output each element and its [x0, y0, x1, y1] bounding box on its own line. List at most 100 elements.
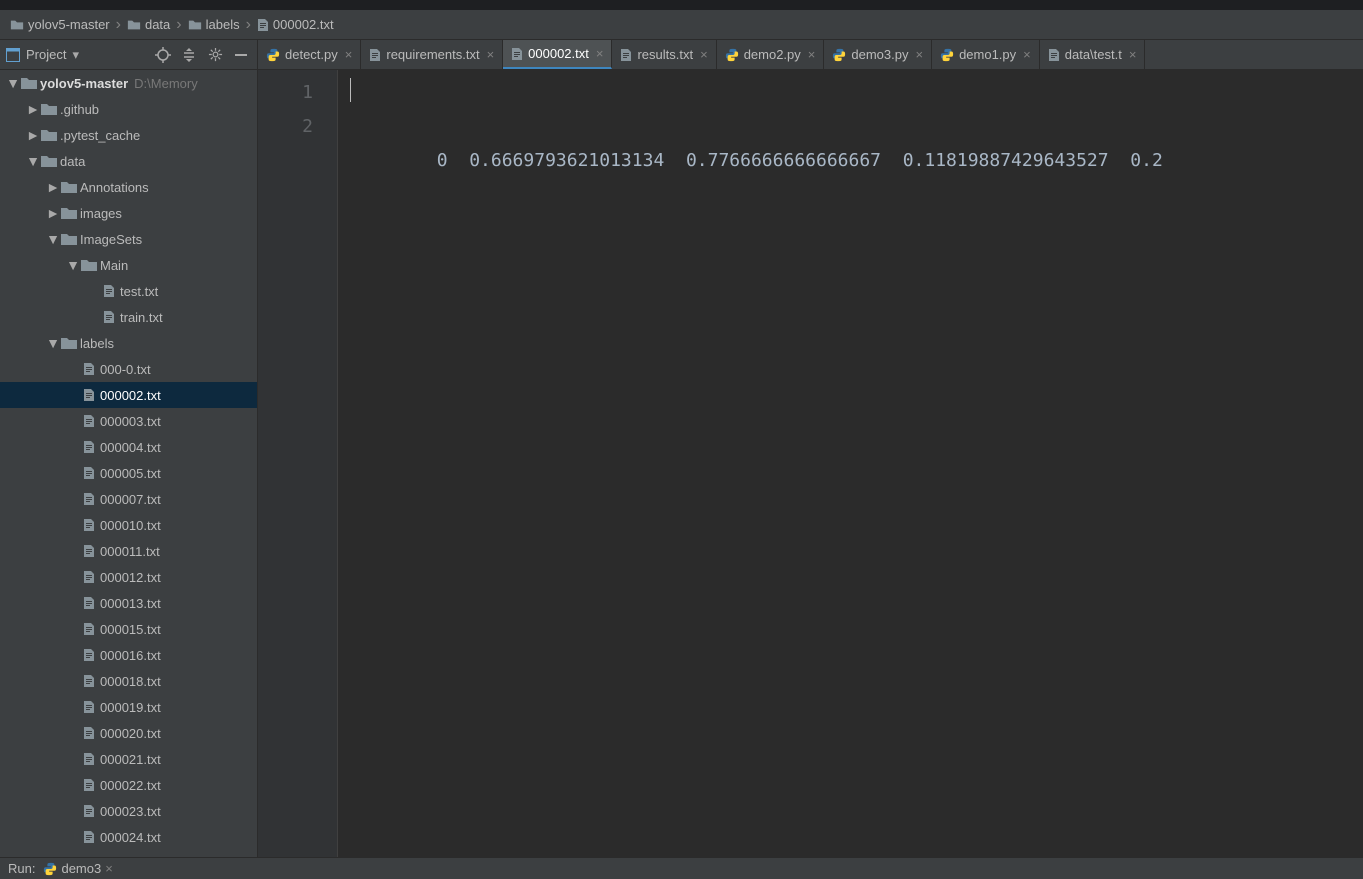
- line-number: 2: [258, 110, 313, 144]
- editor-tab[interactable]: detect.py×: [258, 40, 361, 69]
- tree-folder[interactable]: ▼ImageSets: [0, 226, 257, 252]
- tree-file[interactable]: test.txt: [0, 278, 257, 304]
- expand-arrow-icon[interactable]: ▼: [6, 75, 20, 91]
- tree-label: .github: [60, 102, 99, 117]
- folder-icon: [60, 230, 78, 248]
- tree-folder[interactable]: ►images: [0, 200, 257, 226]
- editor-tab[interactable]: data\test.t×: [1040, 40, 1146, 69]
- file-icon: [80, 646, 98, 664]
- line-number: 1: [258, 76, 313, 110]
- collapse-icon[interactable]: [179, 45, 199, 65]
- tree-label: 000015.txt: [100, 622, 161, 637]
- expand-arrow-icon[interactable]: ►: [26, 101, 40, 117]
- tree-file[interactable]: 000024.txt: [0, 824, 257, 850]
- file-icon: [80, 620, 98, 638]
- editor-tab[interactable]: 000002.txt ×: [503, 40, 612, 69]
- folder-icon: [60, 178, 78, 196]
- breadcrumb-file[interactable]: 000002.txt: [257, 17, 334, 32]
- tab-label: demo3.py: [851, 47, 908, 62]
- expand-arrow-icon[interactable]: ▼: [66, 257, 80, 273]
- file-icon: [620, 48, 632, 62]
- tree-file[interactable]: 000019.txt: [0, 694, 257, 720]
- tree-folder[interactable]: ► Annotations: [0, 174, 257, 200]
- expand-arrow-icon[interactable]: ▼: [46, 335, 60, 351]
- tree-file[interactable]: 000022.txt: [0, 772, 257, 798]
- tree-folder[interactable]: ▼data: [0, 148, 257, 174]
- close-icon[interactable]: ×: [596, 46, 604, 61]
- tree-folder[interactable]: ► .github: [0, 96, 257, 122]
- folder-icon: [60, 334, 78, 352]
- tree-file[interactable]: 000002.txt: [0, 382, 257, 408]
- folder-icon: [40, 152, 58, 170]
- tree-file[interactable]: 000004.txt: [0, 434, 257, 460]
- project-tree[interactable]: ▼ yolov5-master D:\Memory ► .github ►.pyte…: [0, 70, 257, 857]
- tree-file[interactable]: 000-0.txt: [0, 356, 257, 382]
- file-icon: [80, 464, 98, 482]
- project-dropdown[interactable]: Project ▾: [6, 47, 147, 63]
- tree-file[interactable]: 000007.txt: [0, 486, 257, 512]
- close-icon[interactable]: ×: [105, 861, 113, 876]
- tree-file[interactable]: 000013.txt: [0, 590, 257, 616]
- tree-label: train.txt: [120, 310, 163, 325]
- tree-label: 000007.txt: [100, 492, 161, 507]
- tree-file[interactable]: 000023.txt: [0, 798, 257, 824]
- breadcrumb-part[interactable]: labels: [188, 17, 240, 32]
- close-icon[interactable]: ×: [700, 47, 708, 62]
- editor-content[interactable]: 0 0.6669793621013134 0.7766666666666667 …: [338, 70, 1363, 857]
- folder-icon: [10, 18, 24, 32]
- tree-file[interactable]: 000015.txt: [0, 616, 257, 642]
- breadcrumb-label: yolov5-master: [28, 17, 110, 32]
- file-icon: [80, 802, 98, 820]
- file-icon: [80, 750, 98, 768]
- close-icon[interactable]: ×: [915, 47, 923, 62]
- tree-label: 000022.txt: [100, 778, 161, 793]
- editor-tab[interactable]: demo1.py×: [932, 40, 1040, 69]
- tree-file[interactable]: 000020.txt: [0, 720, 257, 746]
- target-icon[interactable]: [153, 45, 173, 65]
- tree-label: 000020.txt: [100, 726, 161, 741]
- expand-arrow-icon[interactable]: ►: [26, 127, 40, 143]
- tree-file[interactable]: train.txt: [0, 304, 257, 330]
- editor-tab[interactable]: results.txt×: [612, 40, 716, 69]
- expand-arrow-icon[interactable]: ▼: [46, 231, 60, 247]
- breadcrumb-part[interactable]: data: [127, 17, 170, 32]
- gear-icon[interactable]: [205, 45, 225, 65]
- tree-label: Annotations: [80, 180, 149, 195]
- tree-folder[interactable]: ▼labels: [0, 330, 257, 356]
- expand-arrow-icon[interactable]: ►: [46, 205, 60, 221]
- tree-file[interactable]: 000021.txt: [0, 746, 257, 772]
- tree-file[interactable]: 000010.txt: [0, 512, 257, 538]
- folder-icon: [60, 204, 78, 222]
- tree-path-hint: D:\Memory: [134, 76, 198, 91]
- close-icon[interactable]: ×: [487, 47, 495, 62]
- tree-file[interactable]: 000005.txt: [0, 460, 257, 486]
- tree-root[interactable]: ▼ yolov5-master D:\Memory: [0, 70, 257, 96]
- tree-folder[interactable]: ▼ Main: [0, 252, 257, 278]
- tree-file[interactable]: 000003.txt: [0, 408, 257, 434]
- tree-file[interactable]: 000012.txt: [0, 564, 257, 590]
- close-icon[interactable]: ×: [1129, 47, 1137, 62]
- breadcrumb-root[interactable]: yolov5-master: [10, 17, 110, 32]
- tab-label: 000002.txt: [528, 46, 589, 61]
- close-icon[interactable]: ×: [1023, 47, 1031, 62]
- file-icon: [369, 48, 381, 62]
- run-config[interactable]: demo3 ×: [43, 861, 112, 876]
- expand-arrow-icon[interactable]: ►: [46, 179, 60, 195]
- tree-label: 000021.txt: [100, 752, 161, 767]
- python-icon: [832, 48, 846, 62]
- tree-label: 000013.txt: [100, 596, 161, 611]
- close-icon[interactable]: ×: [808, 47, 816, 62]
- editor-tab[interactable]: requirements.txt×: [361, 40, 503, 69]
- tree-file[interactable]: 000018.txt: [0, 668, 257, 694]
- editor-tab[interactable]: demo2.py×: [717, 40, 825, 69]
- tree-label: Main: [100, 258, 128, 273]
- file-icon: [80, 438, 98, 456]
- close-icon[interactable]: ×: [345, 47, 353, 62]
- expand-arrow-icon[interactable]: ▼: [26, 153, 40, 169]
- editor-tab[interactable]: demo3.py ×: [824, 40, 932, 69]
- tree-file[interactable]: 000011.txt: [0, 538, 257, 564]
- tree-file[interactable]: 000016.txt: [0, 642, 257, 668]
- tree-folder[interactable]: ►.pytest_cache: [0, 122, 257, 148]
- chevron-down-icon: ▾: [72, 47, 79, 63]
- hide-icon[interactable]: [231, 45, 251, 65]
